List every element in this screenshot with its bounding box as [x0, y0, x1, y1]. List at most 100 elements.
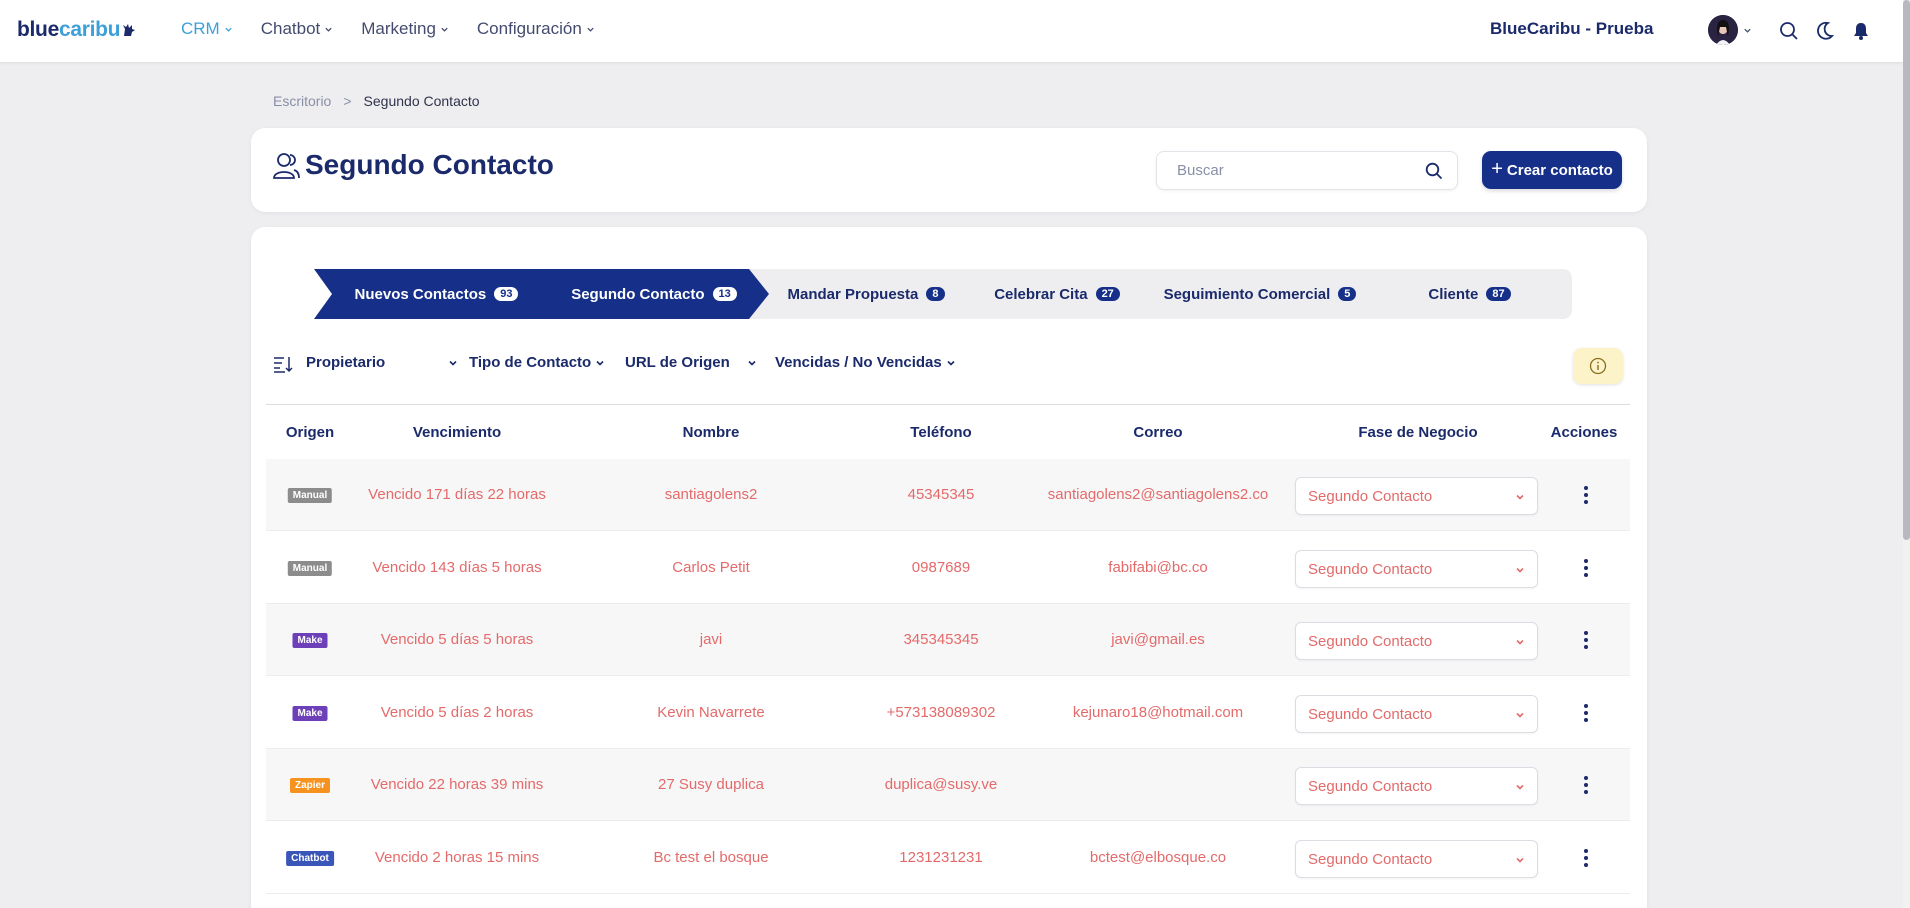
- name-cell[interactable]: santiagolens2: [665, 486, 758, 503]
- chevron-down-icon: [1516, 639, 1524, 645]
- search-icon[interactable]: [1425, 162, 1443, 180]
- more-actions-icon[interactable]: [1583, 775, 1589, 795]
- origin-badge: Chatbot: [286, 851, 334, 866]
- origin-badge: Zapier: [289, 778, 331, 793]
- table-row[interactable]: Manual Vencido 171 días 22 horas santiag…: [266, 459, 1630, 531]
- scrollbar-thumb[interactable]: [1903, 0, 1910, 540]
- stage-count-badge: 5: [1338, 287, 1357, 301]
- more-actions-icon[interactable]: [1583, 558, 1589, 578]
- email-cell: fabifabi@bc.co: [1108, 559, 1208, 576]
- chevron-down-icon: [947, 360, 955, 366]
- plus-icon: +: [1491, 158, 1503, 180]
- users-icon: [273, 153, 300, 179]
- chevron-down-icon[interactable]: [1743, 26, 1752, 35]
- due-cell: Vencido 171 días 22 horas: [368, 486, 546, 503]
- stage-segundo-contacto[interactable]: Segundo Contacto 13: [537, 269, 771, 319]
- stage-seguimiento-comercial[interactable]: Seguimiento Comercial 5: [1131, 269, 1389, 319]
- phone-cell: duplica@susy.ve: [884, 776, 998, 793]
- stage-count-badge: 93: [494, 287, 519, 301]
- stage-select[interactable]: Segundo Contacto: [1295, 550, 1538, 588]
- stage-mandar-propuesta[interactable]: Mandar Propuesta 8: [749, 269, 983, 319]
- more-actions-icon[interactable]: [1583, 485, 1589, 505]
- filter-contact-type-dropdown[interactable]: Tipo de Contacto: [469, 354, 605, 371]
- pipeline-stages: Nuevos Contactos 93 Segundo Contacto 13 …: [314, 269, 1572, 319]
- nav-item-chatbot[interactable]: Chatbot: [261, 19, 334, 39]
- table-row[interactable]: Make Vencido 5 días 2 horas Kevin Navarr…: [266, 677, 1630, 749]
- filter-owner-dropdown[interactable]: Propietario: [306, 354, 458, 371]
- due-cell: Vencido 5 días 5 horas: [380, 631, 534, 648]
- table-header: Origen Vencimiento Nombre Teléfono Corre…: [266, 415, 1630, 451]
- nav-item-configuracion[interactable]: Configuración: [477, 19, 595, 39]
- info-icon: [1589, 357, 1607, 375]
- column-header-correo: Correo: [1133, 424, 1183, 441]
- column-header-vencimiento: Vencimiento: [412, 424, 502, 441]
- sort-icon[interactable]: [273, 354, 293, 374]
- stage-count-badge: 87: [1486, 287, 1511, 301]
- page-scrollbar[interactable]: [1903, 0, 1910, 908]
- name-cell[interactable]: Bc test el bosque: [653, 849, 768, 866]
- origin-badge: Make: [292, 633, 328, 648]
- breadcrumb-link-escritorio[interactable]: Escritorio: [273, 93, 331, 109]
- info-button[interactable]: [1573, 348, 1623, 384]
- breadcrumb-separator: >: [343, 93, 352, 109]
- name-cell[interactable]: javi: [700, 631, 723, 648]
- chevron-down-icon: [748, 360, 756, 366]
- column-header-nombre: Nombre: [682, 424, 740, 441]
- phone-cell: 1231231231: [899, 849, 983, 866]
- phone-cell: 345345345: [903, 631, 979, 648]
- email-cell: bctest@elbosque.co: [1089, 849, 1227, 866]
- organization-name: BlueCaribu - Prueba: [1490, 19, 1654, 38]
- table-row[interactable]: Chatbot Vencido 2 horas 15 mins Bc test …: [266, 822, 1630, 894]
- origin-badge: Manual: [287, 488, 333, 503]
- main-nav: CRM Chatbot Marketing Configuración: [181, 19, 623, 39]
- stage-select[interactable]: Segundo Contacto: [1295, 695, 1538, 733]
- email-cell: kejunaro18@hotmail.com: [1072, 704, 1244, 721]
- chevron-down-icon: [441, 27, 448, 32]
- search-box: [1156, 151, 1458, 190]
- name-cell[interactable]: Carlos Petit: [672, 559, 750, 576]
- due-cell: Vencido 5 días 2 horas: [380, 704, 534, 721]
- search-input[interactable]: [1177, 152, 1417, 189]
- search-icon[interactable]: [1779, 21, 1799, 41]
- more-actions-icon[interactable]: [1583, 848, 1589, 868]
- chevron-down-icon: [225, 27, 232, 32]
- column-header-origen: Origen: [285, 424, 335, 441]
- chevron-down-icon: [1516, 857, 1524, 863]
- breadcrumb: Escritorio > Segundo Contacto: [273, 93, 480, 109]
- more-actions-icon[interactable]: [1583, 703, 1589, 723]
- user-avatar[interactable]: [1708, 15, 1738, 45]
- dark-mode-moon-icon[interactable]: [1815, 21, 1835, 41]
- stage-celebrar-cita[interactable]: Celebrar Cita 27: [961, 269, 1153, 319]
- stage-select[interactable]: Segundo Contacto: [1295, 622, 1538, 660]
- stage-nuevos-contactos[interactable]: Nuevos Contactos 93: [314, 269, 559, 319]
- phone-cell: +573138089302: [886, 704, 996, 721]
- chevron-down-icon: [449, 360, 457, 366]
- table-row[interactable]: Make Vencido 5 días 5 horas javi 3453453…: [266, 604, 1630, 676]
- stage-cliente[interactable]: Cliente 87: [1367, 269, 1572, 319]
- create-contact-button[interactable]: + Crear contacto: [1482, 151, 1622, 189]
- divider: [266, 404, 1630, 405]
- stage-select[interactable]: Segundo Contacto: [1295, 767, 1538, 805]
- more-actions-icon[interactable]: [1583, 630, 1589, 650]
- bell-icon[interactable]: [1851, 21, 1871, 41]
- brand-logo[interactable]: bluecaribu: [17, 18, 136, 42]
- table-row[interactable]: Manual Vencido 143 días 5 horas Carlos P…: [266, 532, 1630, 604]
- stage-select[interactable]: Segundo Contacto: [1295, 840, 1538, 878]
- origin-badge: Make: [292, 706, 328, 721]
- nav-item-crm[interactable]: CRM: [181, 19, 233, 39]
- chevron-down-icon: [1516, 784, 1524, 790]
- caribou-logo-icon: [123, 24, 136, 36]
- name-cell[interactable]: Kevin Navarrete: [657, 704, 765, 721]
- top-navbar: bluecaribu CRM Chatbot Marketing Configu…: [0, 0, 1903, 62]
- filter-origin-url-dropdown[interactable]: URL de Origen: [625, 354, 757, 371]
- phone-cell: 45345345: [907, 486, 975, 503]
- filter-expired-dropdown[interactable]: Vencidas / No Vencidas: [775, 354, 956, 371]
- stage-select[interactable]: Segundo Contacto: [1295, 477, 1538, 515]
- stage-count-badge: 27: [1095, 287, 1120, 301]
- email-cell: javi@gmail.es: [1111, 631, 1205, 648]
- nav-item-marketing[interactable]: Marketing: [361, 19, 449, 39]
- chevron-down-icon: [325, 27, 332, 32]
- table-row[interactable]: Zapier Vencido 22 horas 39 mins 27 Susy …: [266, 749, 1630, 821]
- name-cell[interactable]: 27 Susy duplica: [658, 776, 764, 793]
- chevron-down-icon: [1516, 494, 1524, 500]
